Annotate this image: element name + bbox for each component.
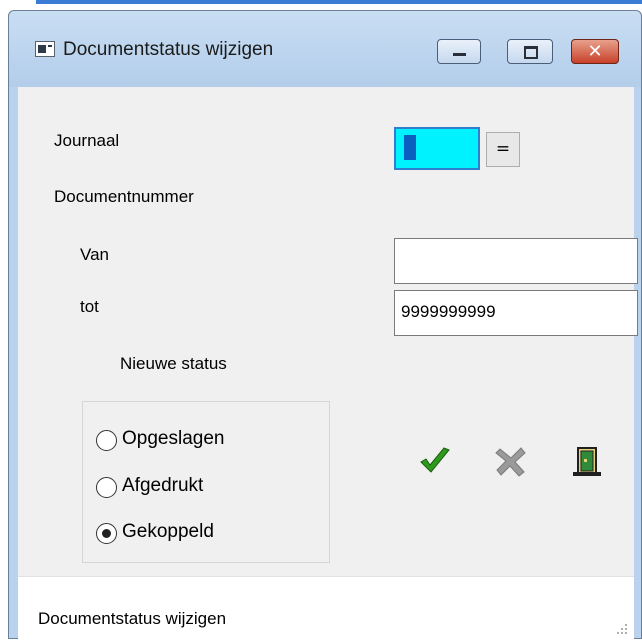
dialog-body: Journaal = Documentnummer Van tot 999999…	[18, 87, 638, 641]
to-label: tot	[80, 297, 99, 316]
radio-label: Afgedrukt	[122, 475, 204, 496]
window-title: Documentstatus wijzigen	[63, 39, 274, 60]
equals-button[interactable]: =	[486, 132, 520, 167]
maximize-button[interactable]	[507, 39, 553, 64]
minimize-button[interactable]	[437, 39, 481, 64]
app-icon[interactable]	[35, 41, 55, 57]
new-status-label: Nieuwe status	[120, 354, 227, 373]
radio-button-selected[interactable]	[96, 523, 117, 544]
journal-label: Journaal	[54, 131, 120, 150]
close-button[interactable]: ✕	[571, 39, 619, 64]
dialog-window: Documentstatus wijzigen ✕ Journaal = Doc…	[8, 10, 642, 641]
background-left	[0, 0, 8, 639]
status-bar: Documentstatus wijzigen	[18, 576, 634, 641]
resize-grip-icon[interactable]	[616, 623, 628, 635]
background-window-edge	[36, 0, 642, 4]
close-icon: ✕	[587, 41, 603, 62]
text-cursor	[404, 135, 416, 160]
cross-icon[interactable]	[494, 445, 528, 479]
from-input[interactable]	[394, 238, 638, 284]
radio-label: Gekoppeld	[122, 521, 214, 542]
check-icon[interactable]	[418, 445, 452, 479]
title-bar[interactable]: Documentstatus wijzigen ✕	[9, 11, 641, 87]
from-label: Van	[80, 245, 109, 264]
exit-door-icon[interactable]	[570, 445, 604, 479]
document-number-label: Documentnummer	[54, 187, 194, 206]
status-text: Documentstatus wijzigen	[38, 609, 227, 628]
radio-button[interactable]	[96, 430, 117, 451]
journal-input[interactable]	[394, 127, 480, 170]
radio-button[interactable]	[96, 477, 117, 498]
to-input[interactable]: 9999999999	[394, 290, 638, 336]
radio-label: Opgeslagen	[122, 428, 225, 449]
